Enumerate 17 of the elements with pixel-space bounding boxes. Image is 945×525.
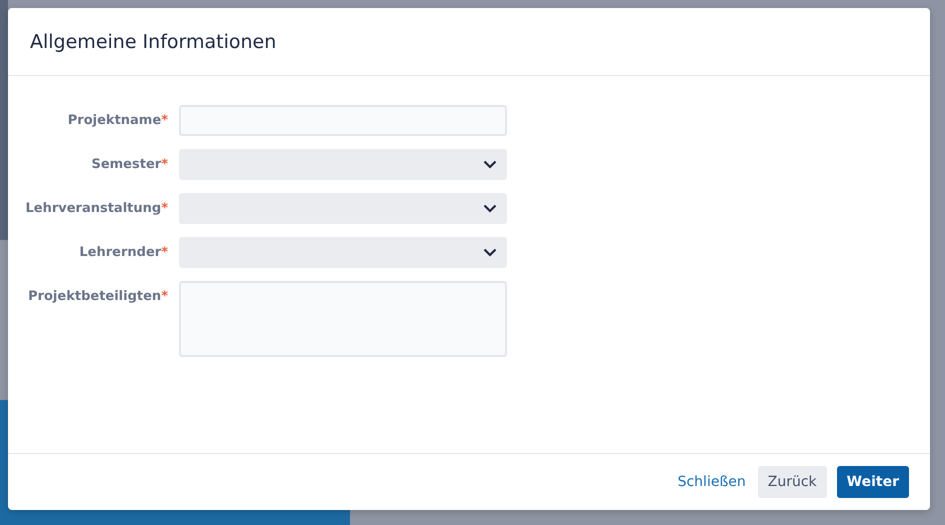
back-button[interactable]: Zurück [758,466,827,498]
next-button[interactable]: Weiter [836,466,909,498]
textarea-field[interactable] [179,281,507,357]
dialog-title: Allgemeine Informationen [30,30,276,52]
field-label: Projektbeteiligten* [27,288,169,306]
chevron-down-icon [483,204,497,213]
close-link[interactable]: Schließen [676,466,748,498]
dropdown-select[interactable] [179,237,507,268]
chevron-down-icon [483,160,497,169]
dropdown-select[interactable] [179,193,507,224]
field-label: Projektname* [66,112,169,130]
text-input[interactable] [179,105,507,136]
field-label: Lehrveranstaltung* [24,200,169,218]
field-label: Lehrernder* [78,244,169,262]
field-label: Semester* [90,156,169,174]
chevron-down-icon [483,248,497,257]
dropdown-select[interactable] [179,149,507,180]
